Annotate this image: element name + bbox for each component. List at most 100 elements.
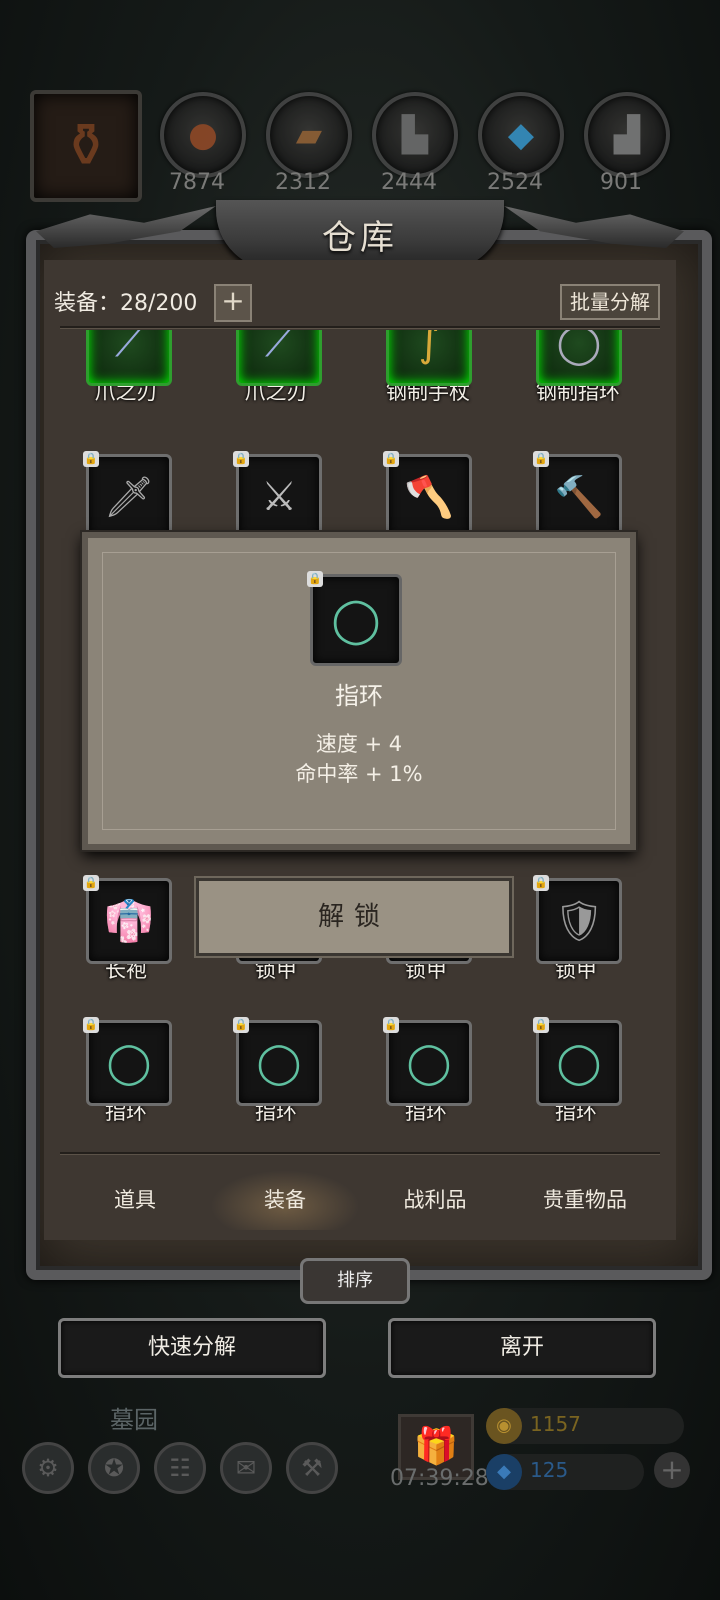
gem-bar: ◆ 125 — [486, 1454, 644, 1490]
detail-stat-accuracy: 命中率 + 1% — [295, 762, 423, 786]
item-slot[interactable]: 🔒 🪓 — [383, 451, 472, 540]
ring-icon: ◯ — [106, 1040, 152, 1086]
item-slot[interactable]: 🔒 👘 长袍 — [83, 875, 172, 984]
lock-icon: 🔒 — [307, 571, 323, 587]
resource-wood: ▰ — [266, 92, 352, 178]
warehouse-title: 仓库 — [322, 218, 398, 258]
item-slot[interactable]: 🔒 ◯ 指环 — [83, 1017, 172, 1126]
short-sword-icon: 🗡 — [103, 474, 155, 521]
item-frame: ⟋ — [236, 330, 322, 386]
item-slot[interactable]: 🔒 🗡 — [83, 451, 172, 540]
great-sword-icon: ⚔ — [261, 474, 297, 520]
guild-icon[interactable]: ☷ — [154, 1442, 206, 1494]
item-frame: 🔒 🗡 — [83, 451, 172, 540]
item-slot[interactable]: 🔒 🛡 锁甲 — [533, 875, 622, 984]
skills-icon[interactable]: ✪ — [88, 1442, 140, 1494]
resource-stone-count: 2444 — [381, 170, 437, 195]
steel-ring-icon: ◯ — [556, 330, 602, 366]
leave-button[interactable]: 离开 — [388, 1318, 656, 1378]
lock-icon: 🔒 — [383, 1017, 399, 1033]
gem-value: 125 — [530, 1458, 569, 1482]
item-frame: 🔒 ◯ — [533, 1017, 622, 1106]
lock-icon: 🔒 — [383, 451, 399, 467]
resource-wood-count: 2312 — [275, 170, 331, 195]
resource-meat-count: 7874 — [169, 170, 225, 195]
lock-icon: 🔒 — [233, 451, 249, 467]
tab-loot[interactable]: 战利品 — [360, 1170, 510, 1230]
item-slot[interactable]: 🔒 ⚔ — [233, 451, 322, 540]
item-frame: 🔒 🔨 — [533, 451, 622, 540]
gold-icon: ◉ — [486, 1408, 522, 1444]
item-slot[interactable]: 🔒 ◯ 指环 — [533, 1017, 622, 1126]
lock-icon: 🔒 — [533, 1017, 549, 1033]
tab-equipment[interactable]: 装备 — [210, 1170, 360, 1230]
resource-crystal: ◆ — [478, 92, 564, 178]
bottom-divider — [60, 1152, 660, 1155]
unlock-button[interactable]: 解锁 — [196, 878, 512, 956]
claw-blade-icon: ⟋ — [115, 330, 143, 366]
claw-blade-icon: ⟋ — [265, 330, 293, 366]
item-detail-popup: 🔒 ◯ 指环 速度 + 4 命中率 + 1% — [82, 532, 636, 850]
item-slot[interactable]: 🔒 ◯ 指环 — [233, 1017, 322, 1126]
item-slot[interactable]: ∫ 钢制手杖 — [386, 330, 472, 406]
wood-icon: ▰ — [295, 115, 323, 155]
lock-icon: 🔒 — [83, 875, 99, 891]
lock-icon: 🔒 — [533, 875, 549, 891]
ring-icon: ◯ — [331, 594, 381, 646]
item-slot[interactable]: 🔒 🔨 — [533, 451, 622, 540]
item-frame: 🔒 🛡 — [533, 875, 622, 964]
detail-item-name: 指环 — [335, 682, 383, 710]
lock-icon: 🔒 — [83, 1017, 99, 1033]
batch-decompose-button[interactable]: 批量分解 — [560, 284, 660, 320]
quick-decompose-button[interactable]: 快速分解 — [58, 1318, 326, 1378]
lock-icon: 🔒 — [233, 1017, 249, 1033]
ring-icon: ◯ — [256, 1040, 302, 1086]
item-frame: ◯ — [536, 330, 622, 386]
item-slot[interactable]: ⟋ 爪之刃 — [236, 330, 322, 406]
torch-icon: ⚱ — [60, 111, 112, 181]
chainmail-icon: 🛡 — [553, 898, 605, 945]
add-gems-button[interactable]: + — [654, 1452, 690, 1488]
settings-icon[interactable]: ⚙ — [22, 1442, 74, 1494]
item-frame: 🔒 🪓 — [383, 451, 472, 540]
tab-valuables[interactable]: 贵重物品 — [510, 1170, 660, 1230]
location-name: 墓园 — [110, 1406, 158, 1434]
meat-icon: ● — [188, 115, 218, 155]
expand-capacity-button[interactable]: + — [214, 284, 252, 322]
craft-icon[interactable]: ⚒ — [286, 1442, 338, 1494]
resource-iron-count: 901 — [600, 170, 642, 195]
axe-icon: 🪓 — [404, 474, 454, 521]
lock-icon: 🔒 — [83, 451, 99, 467]
detail-stat-speed: 速度 + 4 — [315, 732, 403, 756]
item-frame: 🔒 ◯ — [83, 1017, 172, 1106]
gold-value: 1157 — [530, 1412, 581, 1436]
resource-iron: ▟ — [584, 92, 670, 178]
crystal-icon: ◆ — [507, 115, 535, 155]
item-frame: 🔒 ◯ — [233, 1017, 322, 1106]
torch-slot[interactable]: ⚱ — [30, 90, 142, 202]
resource-stone: ▙ — [372, 92, 458, 178]
item-slot[interactable]: ◯ 钢制指环 — [536, 330, 622, 406]
iron-icon: ▟ — [613, 115, 641, 155]
equipment-capacity: 装备：28/200 — [54, 291, 198, 316]
stone-icon: ▙ — [401, 115, 429, 155]
sort-button[interactable]: 排序 — [300, 1258, 410, 1304]
top-divider — [60, 326, 660, 329]
category-tabs: 道具 装备 战利品 贵重物品 — [60, 1170, 660, 1230]
item-frame: ∫ — [386, 330, 472, 386]
gold-bar: ◉ 1157 — [486, 1408, 684, 1444]
detail-item-frame: 🔒 ◯ — [307, 571, 402, 666]
item-slot[interactable]: ⟋ 爪之刃 — [86, 330, 172, 406]
item-frame: 🔒 👘 — [83, 875, 172, 964]
resource-meat: ● — [160, 92, 246, 178]
tab-items[interactable]: 道具 — [60, 1170, 210, 1230]
resource-crystal-count: 2524 — [487, 170, 543, 195]
robe-icon: 👘 — [104, 898, 154, 945]
gift-timer: 07:39:28 — [390, 1466, 489, 1491]
item-frame: ⟋ — [86, 330, 172, 386]
ring-icon: ◯ — [556, 1040, 602, 1086]
item-frame: 🔒 ⚔ — [233, 451, 322, 540]
mail-icon[interactable]: ✉ — [220, 1442, 272, 1494]
gem-icon: ◆ — [486, 1454, 522, 1490]
item-slot[interactable]: 🔒 ◯ 指环 — [383, 1017, 472, 1126]
